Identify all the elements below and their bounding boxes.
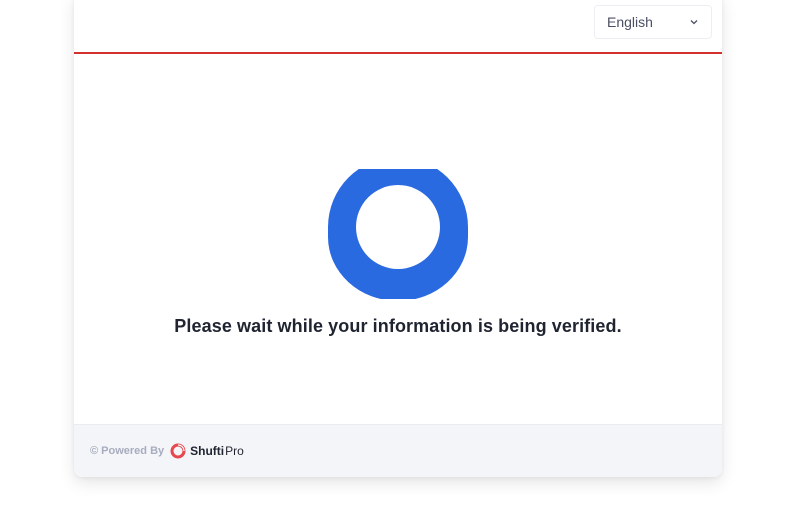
loading-spinner-icon xyxy=(328,157,468,301)
brand-link[interactable]: Shufti Pro xyxy=(170,443,244,459)
language-select-value: English xyxy=(607,14,653,30)
verification-message: Please wait while your information is be… xyxy=(174,316,622,336)
brand-name-part2: Pro xyxy=(225,444,244,458)
verification-card: English Please wait while your informati… xyxy=(74,0,722,477)
language-select[interactable]: English xyxy=(594,5,712,39)
footer: © Powered By Shufti Pro xyxy=(74,424,722,477)
header: English xyxy=(74,0,722,54)
brand-name-part1: Shufti xyxy=(190,444,225,458)
chevron-down-icon xyxy=(689,17,699,27)
main-content: Please wait while your information is be… xyxy=(74,54,722,424)
powered-by-label: © Powered By xyxy=(90,445,165,457)
shufti-logo-icon xyxy=(170,443,186,459)
